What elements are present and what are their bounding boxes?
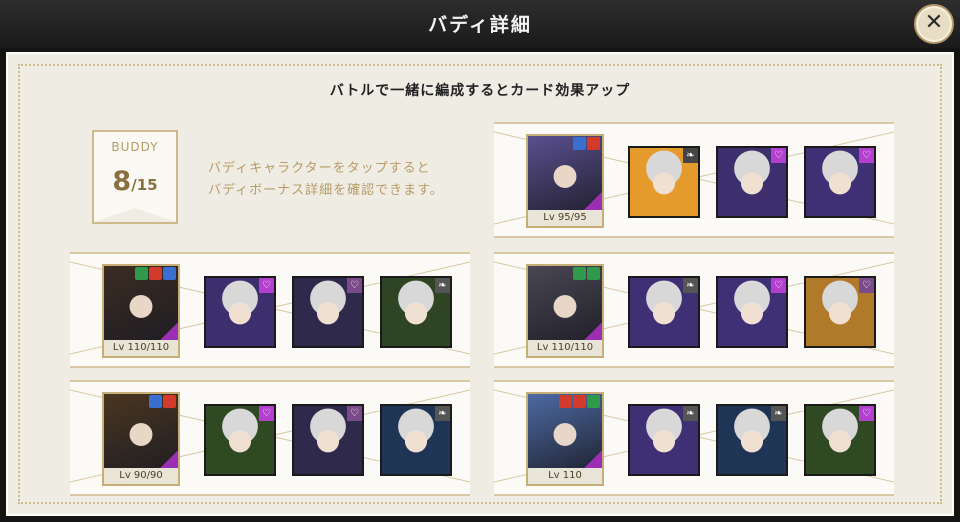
buddy-card: Lv 110 ❧ ❧ ♡ <box>494 380 894 496</box>
buddy-portrait[interactable]: ♡ <box>804 404 876 476</box>
main-character-portrait[interactable]: Lv 110 <box>526 392 604 486</box>
window-title: バディ詳細 <box>428 14 532 36</box>
attribute-icon <box>559 395 572 408</box>
rarity-corner-icon <box>160 322 178 340</box>
hint-line-2: バディボーナス詳細を確認できます。 <box>208 183 444 198</box>
rarity-corner-icon <box>584 322 602 340</box>
main-character-portrait[interactable]: Lv 90/90 <box>102 392 180 486</box>
hint-line-1: バディキャラクターをタップすると <box>208 161 431 176</box>
attribute-icon <box>587 395 600 408</box>
buddy-portrait[interactable]: ❧ <box>380 404 452 476</box>
level-label: Lv 90/90 <box>104 468 178 484</box>
attribute-tags <box>149 395 176 408</box>
attribute-icon <box>573 395 586 408</box>
level-label: Lv 95/95 <box>528 210 602 226</box>
buddy-portrait[interactable]: ❧ <box>716 404 788 476</box>
rarity-corner-icon <box>584 192 602 210</box>
attribute-icon <box>149 395 162 408</box>
buddy-label: BUDDY <box>111 140 159 154</box>
buddy-count-badge: BUDDY 8/15 <box>92 130 178 224</box>
title-bar: バディ詳細 <box>0 0 960 48</box>
attribute-icon <box>135 267 148 280</box>
attribute-icon <box>573 137 586 150</box>
buddy-portrait[interactable]: ❧ <box>628 146 700 218</box>
level-label: Lv 110 <box>528 468 602 484</box>
attribute-icon <box>149 267 162 280</box>
heart-icon: ♡ <box>259 406 274 421</box>
attribute-icon <box>163 395 176 408</box>
main-character-portrait[interactable]: Lv 110/110 <box>526 264 604 358</box>
heart-icon: ♡ <box>859 278 874 293</box>
main-character-portrait[interactable]: Lv 110/110 <box>102 264 180 358</box>
rarity-corner-icon <box>160 450 178 468</box>
leaf-icon: ❧ <box>435 406 450 421</box>
attribute-icon <box>587 137 600 150</box>
main-character-portrait[interactable]: Lv 95/95 <box>526 134 604 228</box>
heart-icon: ♡ <box>347 278 362 293</box>
buddy-card: Lv 110/110 ❧ ♡ ♡ <box>494 252 894 368</box>
buddy-card: Lv 95/95 ❧ ♡ ♡ <box>494 122 894 238</box>
buddy-portrait[interactable]: ❧ <box>380 276 452 348</box>
panel-subtitle: バトルで一緒に編成するとカード効果アップ <box>329 83 631 99</box>
buddy-portrait[interactable]: ❧ <box>628 404 700 476</box>
heart-icon: ❧ <box>683 148 698 163</box>
rarity-corner-icon <box>584 450 602 468</box>
buddy-card: Lv 90/90 ♡ ♡ ❧ <box>70 380 470 496</box>
attribute-tags <box>135 267 176 280</box>
heart-icon: ♡ <box>859 148 874 163</box>
buddy-portrait[interactable]: ♡ <box>804 146 876 218</box>
buddy-count-number: 8 <box>112 166 132 197</box>
buddy-portrait[interactable]: ❧ <box>628 276 700 348</box>
heart-icon: ♡ <box>771 278 786 293</box>
badge-notch <box>94 208 176 222</box>
buddy-portrait[interactable]: ♡ <box>292 276 364 348</box>
buddy-portrait[interactable]: ♡ <box>716 276 788 348</box>
buddy-card: Lv 110/110 ♡ ♡ ❧ <box>70 252 470 368</box>
close-icon: ✕ <box>924 10 944 35</box>
attribute-icon <box>573 267 586 280</box>
buddy-panel: バトルで一緒に編成するとカード効果アップ BUDDY 8/15 バディキャラクタ… <box>6 52 954 516</box>
attribute-tags <box>559 395 600 408</box>
level-label: Lv 110/110 <box>104 340 178 356</box>
leaf-icon: ❧ <box>435 278 450 293</box>
heart-icon: ♡ <box>771 148 786 163</box>
heart-icon: ♡ <box>347 406 362 421</box>
hint-text: バディキャラクターをタップすると バディボーナス詳細を確認できます。 <box>208 158 444 202</box>
leaf-icon: ❧ <box>771 406 786 421</box>
buddy-portrait[interactable]: ♡ <box>804 276 876 348</box>
buddy-count: 8/15 <box>94 166 176 197</box>
buddy-portrait[interactable]: ♡ <box>204 404 276 476</box>
close-button[interactable]: ✕ <box>914 4 954 44</box>
heart-icon: ♡ <box>859 406 874 421</box>
buddy-portrait[interactable]: ♡ <box>716 146 788 218</box>
level-label: Lv 110/110 <box>528 340 602 356</box>
buddy-count-total: /15 <box>131 176 158 194</box>
heart-icon: ♡ <box>259 278 274 293</box>
leaf-icon: ❧ <box>683 278 698 293</box>
attribute-icon <box>163 267 176 280</box>
attribute-tags <box>573 137 600 150</box>
attribute-tags <box>573 267 600 280</box>
buddy-portrait[interactable]: ♡ <box>204 276 276 348</box>
buddy-portrait[interactable]: ♡ <box>292 404 364 476</box>
attribute-icon <box>587 267 600 280</box>
leaf-icon: ❧ <box>683 406 698 421</box>
